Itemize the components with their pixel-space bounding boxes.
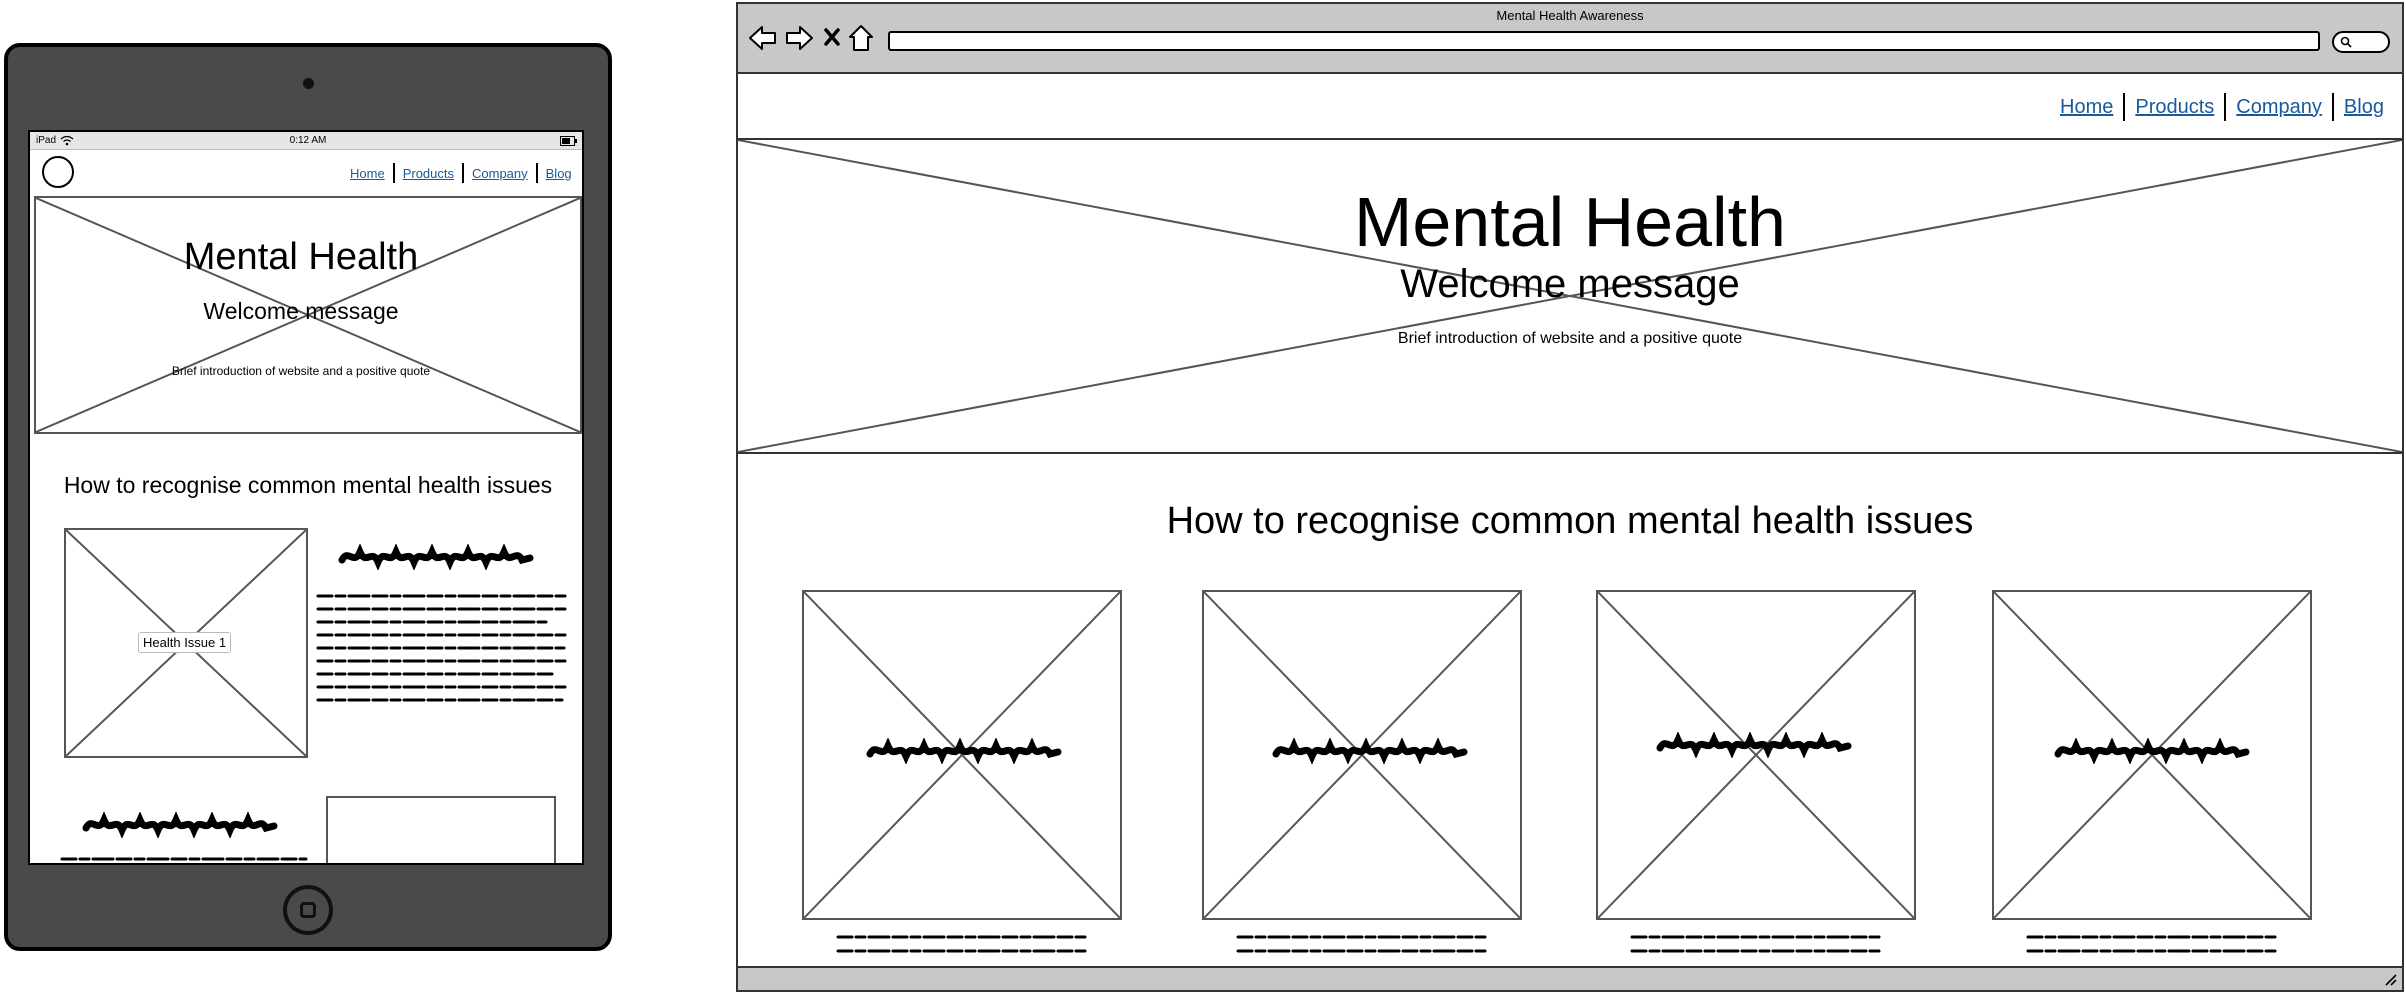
browser-hero: Mental Health Welcome message Brief intr… (738, 140, 2402, 454)
close-icon[interactable] (824, 28, 840, 46)
browser-window: Mental Health Awareness Home Products Co… (736, 2, 2404, 992)
nav-home[interactable]: Home (2050, 96, 2123, 119)
browser-toolbar: Mental Health Awareness (738, 4, 2402, 74)
back-arrow-icon[interactable] (748, 24, 778, 52)
issue-card-3[interactable] (1596, 590, 1916, 920)
status-device-label: iPad (36, 135, 57, 146)
ipad-hero-subtitle: Welcome message (203, 298, 399, 324)
card-2-text-scribble (1236, 935, 1488, 953)
issue-card-4[interactable] (1992, 590, 2312, 920)
card-3-text-scribble (1630, 935, 1882, 953)
card-title-scribble (1656, 732, 1852, 758)
ipad-nav-products[interactable]: Products (395, 166, 462, 181)
issue-heading-scribble (338, 544, 534, 570)
status-time: 0:12 AM (289, 135, 327, 146)
issue-card-1[interactable] (802, 590, 1122, 920)
ipad-hero-title: Mental Health (183, 236, 419, 278)
nav-products[interactable]: Products (2125, 96, 2224, 119)
ipad-issue-card-image[interactable]: Health Issue 1 (64, 528, 308, 758)
ipad-hero: Mental Health Welcome message Brief intr… (34, 196, 582, 434)
ipad-home-button[interactable] (283, 885, 333, 935)
search-box[interactable] (2332, 31, 2390, 53)
issue-card-label: Health Issue 1 (138, 632, 232, 653)
ipad-camera (303, 78, 314, 89)
ipad-nav-company[interactable]: Company (464, 166, 536, 181)
card-1-text-scribble (836, 935, 1088, 953)
issue-body-text-scribble (316, 594, 568, 702)
browser-window-title: Mental Health Awareness (1496, 8, 1644, 23)
battery-icon (560, 136, 577, 146)
ipad-screen: iPad 0:12 AM Home Products Company Blog … (28, 130, 584, 865)
forward-arrow-icon[interactable] (784, 24, 814, 52)
card-4-text-scribble (2026, 935, 2278, 953)
browser-hero-title: Mental Health (1354, 183, 1786, 261)
browser-hero-subtitle: Welcome message (1400, 262, 1740, 306)
ipad-section-title: How to recognise common mental health is… (63, 472, 553, 498)
card-title-scribble (866, 738, 1062, 764)
ipad-nav-blog[interactable]: Blog (538, 166, 580, 181)
issue2-body-text-scribble (60, 857, 308, 861)
browser-section-title: How to recognise common mental health is… (1166, 500, 1974, 542)
nav-blog[interactable]: Blog (2334, 96, 2394, 119)
ipad-logo[interactable] (42, 156, 74, 188)
card-title-scribble (2054, 738, 2250, 764)
ipad-hero-intro: Brief introduction of website and a posi… (171, 364, 431, 378)
issue-card-2[interactable] (1202, 590, 1522, 920)
browser-nav: Home Products Company Blog (2050, 92, 2394, 122)
ipad-nav: Home Products Company Blog (342, 162, 580, 184)
home-button-square-icon (300, 902, 316, 918)
address-bar[interactable] (888, 31, 2320, 51)
nav-company[interactable]: Company (2226, 96, 2332, 119)
ipad-nav-home[interactable]: Home (342, 166, 393, 181)
home-icon[interactable] (848, 24, 874, 52)
card-title-scribble (1272, 738, 1468, 764)
wifi-icon (60, 135, 74, 146)
browser-hero-intro: Brief introduction of website and a posi… (1397, 330, 1743, 347)
resize-grip-icon[interactable] (2382, 972, 2398, 986)
search-icon (2340, 36, 2352, 48)
browser-status-bar (738, 966, 2402, 990)
ipad-issue2-card-image[interactable] (326, 796, 556, 863)
ipad-status-bar: iPad 0:12 AM (30, 132, 582, 150)
issue2-heading-scribble (82, 812, 278, 838)
